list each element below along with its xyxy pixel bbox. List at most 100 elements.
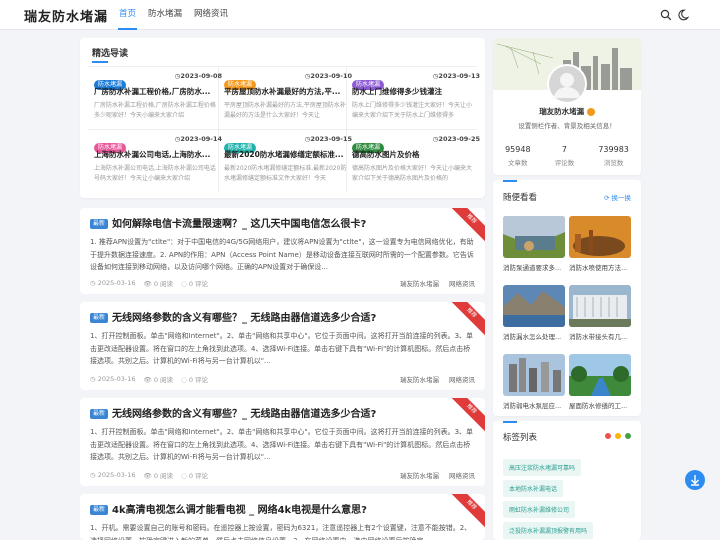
featured-date: 2023-09-15 xyxy=(310,135,352,143)
featured-item-title[interactable]: 防水上门维修得多少钱灌注 xyxy=(352,86,480,97)
post-author-info: 瑞友防水堵漏 网络资讯 xyxy=(400,470,475,480)
post-meta: ◷ 2025-03-16 👁 0 阅读 ◌ 0 评论 xyxy=(90,470,208,480)
post-date: 2025-03-16 xyxy=(97,375,136,383)
new-badge: 最新 xyxy=(90,505,109,515)
download-icon xyxy=(691,475,699,486)
post-date: 2025-03-16 xyxy=(97,471,136,479)
post-card[interactable]: 推荐 最新 4k高清电视怎么调才能看电视 _ 网络4k电视是什么意思? 1、开机… xyxy=(80,494,485,540)
thumb-caption[interactable]: 消防漏水怎么处理... xyxy=(503,331,565,341)
stat-articles: 95948 文章数 xyxy=(505,145,531,167)
thumb-caption[interactable]: 消防泵通道要求多... xyxy=(503,262,565,272)
thumb-image[interactable] xyxy=(569,216,631,258)
featured-item-desc: 平房屋顶防水补漏最好的方法,平房屋顶防水补漏最好的方法是什么大家好！今天让 xyxy=(224,102,346,119)
top-navbar: 瑞友防水堵漏 首页 防水堵漏 网络资讯 xyxy=(0,0,720,30)
post-card[interactable]: 推荐 最新 如何解除电信卡流量限速啊？_ 这几天中国电信怎么很卡? 1. 推荐A… xyxy=(80,208,485,294)
post-title[interactable]: 无线网络参数的含义有哪些？_ 无线路由器信道选多少合适? xyxy=(112,405,376,420)
post-category[interactable]: 网络资讯 xyxy=(449,374,475,384)
post-excerpt: 1、开机。需要设置自己的账号和密码。在遥控器上按设置，密码为6321，注意遥控器… xyxy=(90,524,472,540)
thumb-image[interactable] xyxy=(503,354,565,396)
post-author-info: 瑞友防水堵漏 网络资讯 xyxy=(400,374,475,384)
featured-item[interactable]: 防水堵漏 ◷2023-09-25 德高防水图片及价格 德高防水图片及价格大家好！… xyxy=(352,134,480,194)
post-title[interactable]: 无线网络参数的含义有哪些？_ 无线路由器信道选多少合适? xyxy=(112,309,376,324)
featured-item-title[interactable]: 德高防水图片及价格 xyxy=(352,149,480,160)
clock-icon: ◷ xyxy=(90,471,98,479)
tag-item[interactable]: 泛投防水补漏漏顶报警有用吗 xyxy=(503,522,594,539)
featured-item-desc: 上海防水补漏公司电话,上海防水补漏公司电话号码大家好！今天让小编来大家介绍 xyxy=(94,165,216,182)
featured-date: 2023-09-14 xyxy=(180,135,222,143)
thumb-caption[interactable]: 消防水喷使用方法... xyxy=(569,262,631,272)
thumb-image[interactable] xyxy=(503,285,565,327)
search-icon[interactable] xyxy=(660,9,672,21)
post-title[interactable]: 4k高清电视怎么调才能看电视 _ 网络4k电视是什么意思? xyxy=(112,501,367,516)
featured-title: 精选导读 xyxy=(92,49,129,59)
featured-item-desc: 防水上门维修得多少钱灌注大家好！今天让小编来大家介绍下关于防水上门维修得多 xyxy=(352,102,473,119)
clock-icon: ◷ xyxy=(90,279,98,287)
thumb-image[interactable] xyxy=(503,216,565,258)
post-category[interactable]: 网络资讯 xyxy=(449,278,475,288)
featured-item-title[interactable]: 最新2020防水堵漏修缮定额标准... xyxy=(224,149,352,160)
featured-item-title[interactable]: 上海防水补漏公司电话,上海防水... xyxy=(94,149,222,160)
profile-card: 瑞友防水堵漏 设置侧栏作者、背景及相关信息！ 95948 文章数 7 评论数 739… xyxy=(493,38,641,175)
new-badge: 最新 xyxy=(90,409,109,419)
featured-date: 2023-09-08 xyxy=(180,72,222,80)
profile-desc: 设置侧栏作者、背景及相关信息！ xyxy=(518,122,616,130)
post-category[interactable]: 网络资讯 xyxy=(449,470,475,480)
featured-item-desc: 厂房防水补漏工程价格,厂房防水补漏工程价格多少呢家好！今天小编来大家介绍 xyxy=(94,102,216,119)
post-meta: ◷ 2025-03-16 👁 0 阅读 ◌ 0 评论 xyxy=(90,278,208,288)
post-author[interactable]: 瑞友防水堵漏 xyxy=(400,374,439,384)
featured-date: 2023-09-10 xyxy=(310,72,352,80)
thumb-caption[interactable]: 消防弱电水泵层应... xyxy=(503,400,565,410)
profile-name: 瑞友防水堵漏 xyxy=(539,107,585,116)
post-card[interactable]: 推荐 最新 无线网络参数的含义有哪些？_ 无线路由器信道选多少合适? 1、打开控… xyxy=(80,302,485,390)
post-title[interactable]: 如何解除电信卡流量限速啊？_ 这几天中国电信怎么很卡? xyxy=(112,215,366,230)
featured-item-title[interactable]: 厂房防水补漏工程价格,厂房防水... xyxy=(94,86,222,97)
theme-toggle-icon[interactable] xyxy=(677,9,689,21)
featured-item[interactable]: 防水堵漏 ◷2023-09-15 最新2020防水堵漏修缮定额标准... 最新2… xyxy=(224,134,352,194)
featured-date: 2023-09-25 xyxy=(438,135,480,143)
featured-item[interactable]: 防水堵漏 ◷2023-09-08 厂房防水补漏工程价格,厂房防水... 厂房防水… xyxy=(94,71,222,131)
tag-item[interactable]: 高压注浆防水堵漏可靠吗 xyxy=(503,459,582,476)
clock-icon: ◷ xyxy=(90,375,98,383)
featured-item[interactable]: 防水堵漏 ◷2023-09-13 防水上门维修得多少钱灌注 防水上门维修得多少钱… xyxy=(352,71,480,131)
post-views: 0 阅读 xyxy=(153,472,174,480)
tag-item[interactable]: 雨虹防水补漏维修公司 xyxy=(503,501,576,518)
post-excerpt: 1、打开控制面板。单击"网络和Internet"。2、单击"网络和共享中心"。它… xyxy=(90,332,474,365)
featured-item[interactable]: 防水堵漏 ◷2023-09-14 上海防水补漏公司电话,上海防水... 上海防水… xyxy=(94,134,222,194)
eye-icon: 👁 xyxy=(143,376,154,384)
random-section: 随便看看 ⟳ 换一换 消防泵通道要求多... 消防水喷使用方法... 消防漏水怎… xyxy=(493,180,641,416)
thumb-caption[interactable]: 消防水带接头有几... xyxy=(569,331,631,341)
featured-item-title[interactable]: 平房屋顶防水补漏最好的方法,平... xyxy=(224,86,352,97)
featured-item-desc: 德高防水图片及价格大家好！今天让小编来大家介绍下关于德高防水图片及价格的 xyxy=(352,165,473,182)
post-author-info: 瑞友防水堵漏 网络资讯 xyxy=(400,278,475,288)
comment-icon: ◌ xyxy=(181,280,189,288)
thumb-caption[interactable]: 屋面防水修缮的工... xyxy=(569,400,631,410)
nav-news[interactable]: 网络资讯 xyxy=(193,0,229,30)
avatar[interactable] xyxy=(547,64,587,104)
site-logo[interactable]: 瑞友防水堵漏 xyxy=(24,6,108,25)
refresh-button[interactable]: ⟳ 换一换 xyxy=(604,192,631,202)
refresh-icon: ⟳ xyxy=(603,194,612,202)
post-comments: 0 评论 xyxy=(188,280,209,288)
nav-home[interactable]: 首页 xyxy=(118,0,138,30)
new-badge: 最新 xyxy=(90,219,109,229)
thumb-image[interactable] xyxy=(569,285,631,327)
post-card[interactable]: 推荐 最新 无线网络参数的含义有哪些？_ 无线路由器信道选多少合适? 1、打开控… xyxy=(80,398,485,486)
profile-name-row: 瑞友防水堵漏 xyxy=(493,106,641,117)
verified-icon xyxy=(586,108,595,116)
featured-date: 2023-09-13 xyxy=(438,72,480,80)
title-underline xyxy=(92,61,108,63)
post-views: 0 阅读 xyxy=(153,280,174,288)
eye-icon: 👁 xyxy=(143,472,154,480)
nav-waterproof[interactable]: 防水堵漏 xyxy=(147,0,183,30)
post-author[interactable]: 瑞友防水堵漏 xyxy=(400,470,439,480)
post-author[interactable]: 瑞友防水堵漏 xyxy=(400,278,439,288)
featured-item[interactable]: 防水堵漏 ◷2023-09-10 平房屋顶防水补漏最好的方法,平... 平房屋顶… xyxy=(224,71,352,131)
post-excerpt: 1、打开控制面板。单击"网络和Internet"。2、单击"网络和共享中心"。它… xyxy=(90,428,474,461)
window-dots xyxy=(605,433,631,439)
scroll-button[interactable] xyxy=(685,470,705,490)
random-title: 随便看看 xyxy=(503,193,538,203)
eye-icon: 👁 xyxy=(143,280,154,288)
stat-views: 739983 浏览数 xyxy=(598,145,629,167)
thumb-image[interactable] xyxy=(569,354,631,396)
tag-item[interactable]: 本地防水补漏电话 xyxy=(503,480,564,497)
